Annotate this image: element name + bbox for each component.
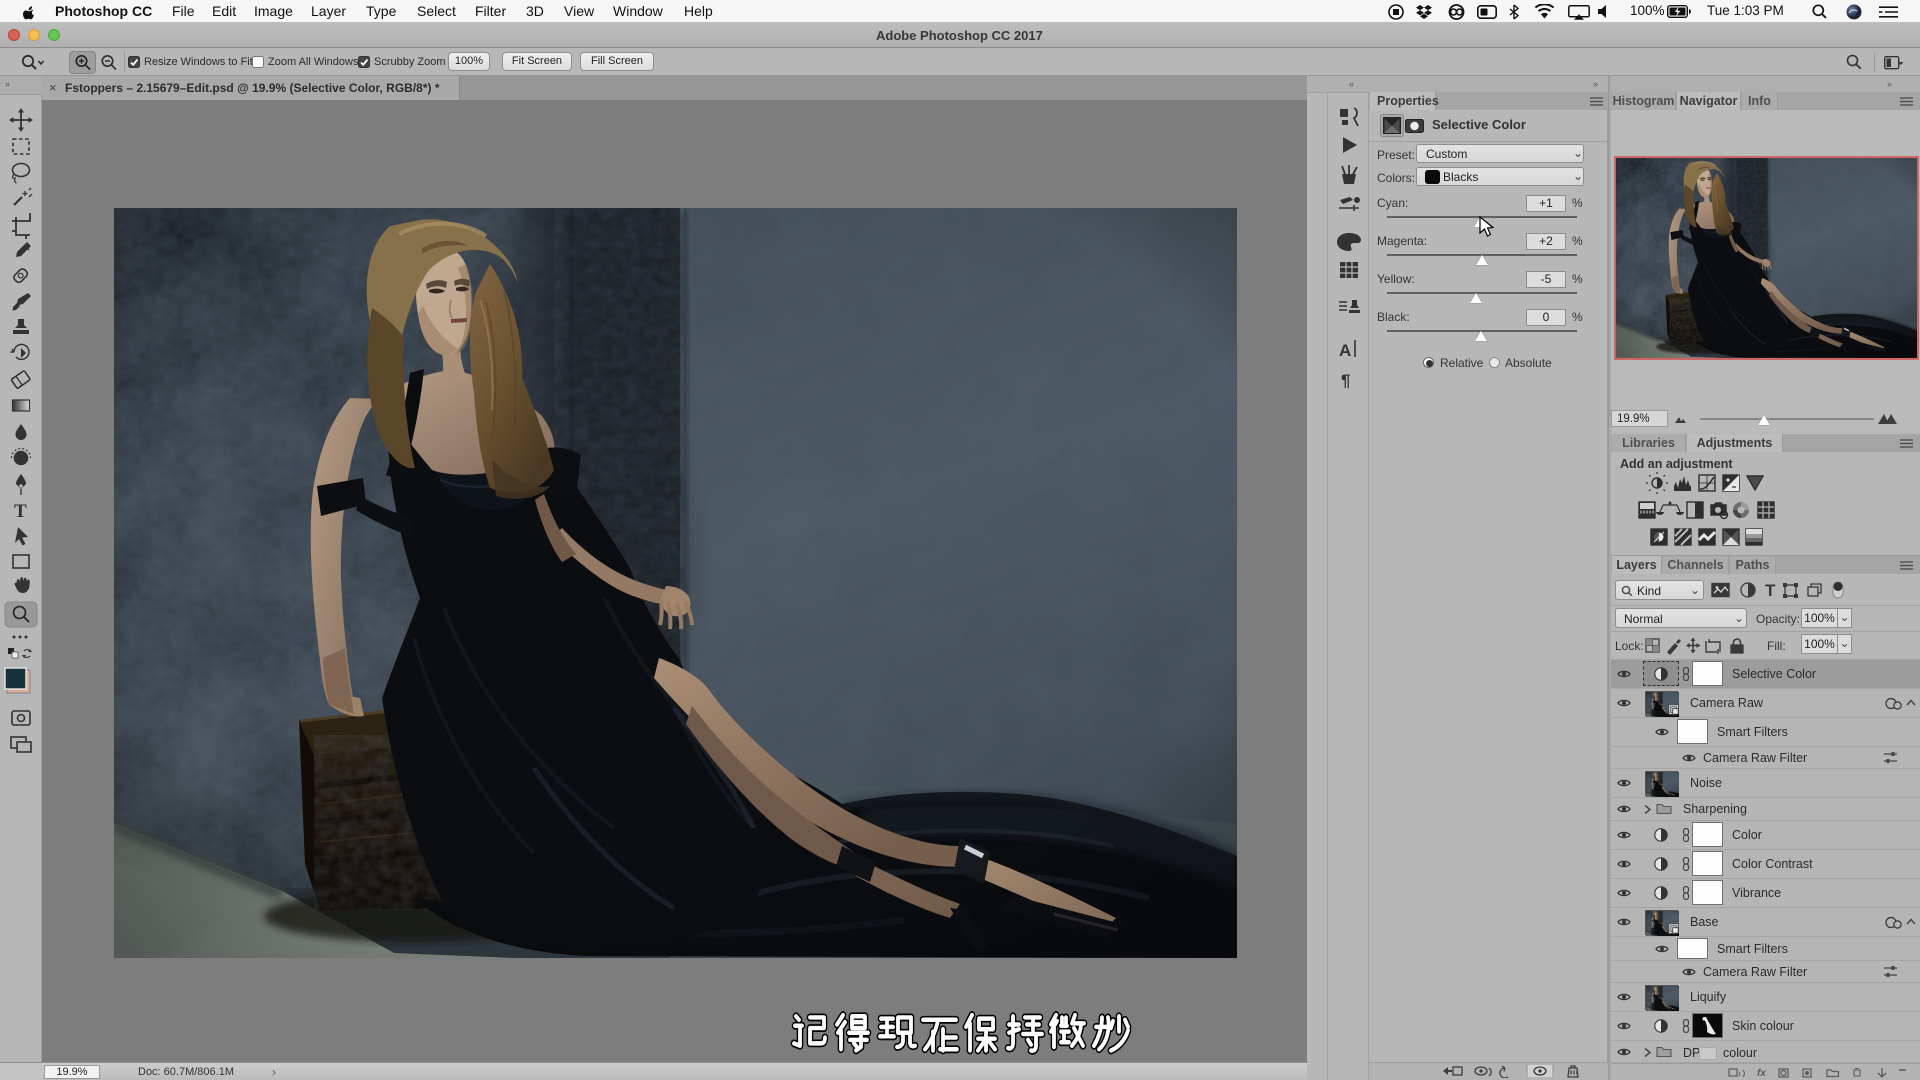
svg-text:¶: ¶ xyxy=(1341,371,1350,390)
svg-text:A: A xyxy=(1339,341,1351,360)
svg-text:fx: fx xyxy=(1757,1068,1766,1078)
svg-text:T: T xyxy=(14,501,27,522)
svg-text:T: T xyxy=(1765,581,1776,599)
